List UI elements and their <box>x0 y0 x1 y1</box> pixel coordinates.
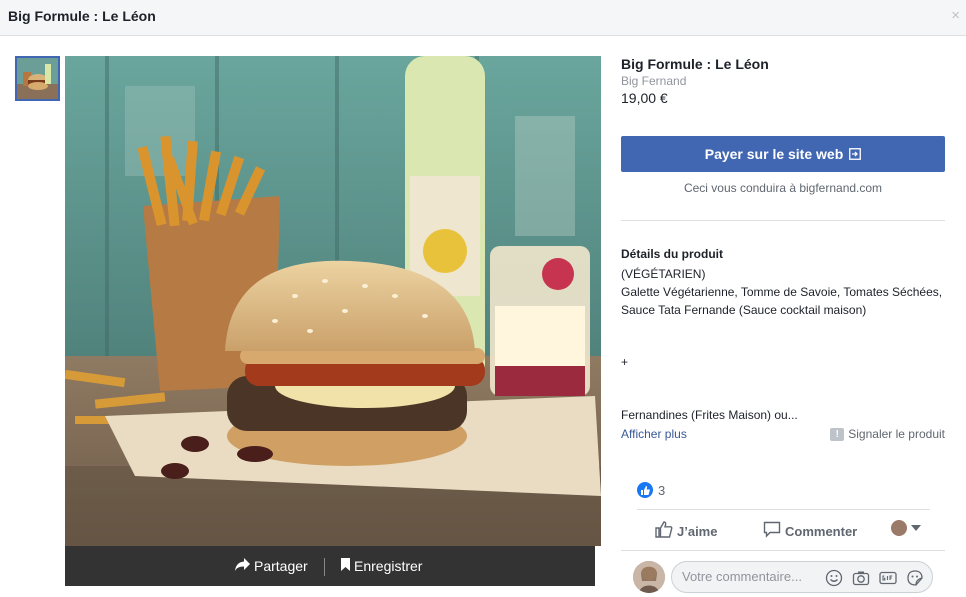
emoji-icon[interactable] <box>825 569 843 587</box>
like-button[interactable]: J’aime <box>655 521 717 541</box>
comment-input[interactable] <box>682 569 822 584</box>
product-title: Big Formule : Le Léon <box>621 56 769 72</box>
report-label: Signaler le produit <box>848 427 945 441</box>
details-line: Galette Végétarienne, Tomme de Savoie, T… <box>621 285 943 317</box>
reaction-actions: J’aime Commenter <box>637 517 930 543</box>
comment-icon <box>763 521 781 541</box>
modal-header: Big Formule : Le Léon × <box>0 0 966 36</box>
like-count: 3 <box>658 482 666 498</box>
reaction-profile-selector[interactable] <box>891 520 921 536</box>
pay-button-label: Payer sur le site web <box>704 146 844 162</box>
like-summary[interactable]: 3 <box>637 482 665 498</box>
gif-icon[interactable] <box>879 569 897 587</box>
close-icon[interactable]: × <box>951 8 960 24</box>
comment-label: Commenter <box>785 523 858 539</box>
photo-thumbnail[interactable] <box>15 56 60 101</box>
comment-tools <box>825 569 924 587</box>
pay-on-website-button[interactable]: Payer sur le site web <box>621 136 945 172</box>
photo-action-bar: Partager Enregistrer <box>65 546 595 586</box>
chevron-down-icon <box>911 525 921 531</box>
comment-button[interactable]: Commenter <box>763 521 857 541</box>
save-label: Enregistrer <box>354 558 423 574</box>
show-more-link[interactable]: Afficher plus <box>621 427 687 441</box>
save-button[interactable]: Enregistrer <box>341 558 422 574</box>
product-photo[interactable] <box>65 56 601 546</box>
comment-box <box>671 561 933 593</box>
share-label: Partager <box>254 558 308 574</box>
product-price: 19,00 € <box>621 90 668 106</box>
like-label: J’aime <box>677 523 718 539</box>
details-line: Fernandines (Frites Maison) ou... <box>621 408 798 422</box>
seller-name[interactable]: Big Fernand <box>621 74 945 88</box>
modal-title: Big Formule : Le Léon <box>8 8 156 24</box>
divider <box>621 220 945 221</box>
details-heading: Détails du produit <box>621 247 723 261</box>
external-link-icon <box>849 148 862 160</box>
divider <box>637 509 930 510</box>
sticker-icon[interactable] <box>906 569 924 587</box>
thumbs-up-outline-icon <box>655 521 673 541</box>
report-icon: ! <box>830 427 845 441</box>
avatar <box>633 561 665 593</box>
share-arrow-icon <box>235 558 250 574</box>
details-plus: + <box>621 355 629 369</box>
camera-icon[interactable] <box>852 569 870 587</box>
details-line: (VÉGÉTARIEN) <box>621 267 706 281</box>
pay-note: Ceci vous conduira à bigfernand.com <box>683 181 883 195</box>
avatar <box>891 520 907 536</box>
thumbs-up-icon <box>637 482 653 498</box>
share-button[interactable]: Partager <box>235 558 308 574</box>
report-product-link[interactable]: ! Signaler le produit <box>830 427 945 441</box>
divider <box>324 558 325 576</box>
bookmark-icon <box>341 558 350 574</box>
product-info: Big Formule : Le Léon Big Fernand 19,00 … <box>621 56 945 106</box>
divider <box>621 550 945 551</box>
details-text: (VÉGÉTARIEN) Galette Végétarienne, Tomme… <box>621 265 945 319</box>
